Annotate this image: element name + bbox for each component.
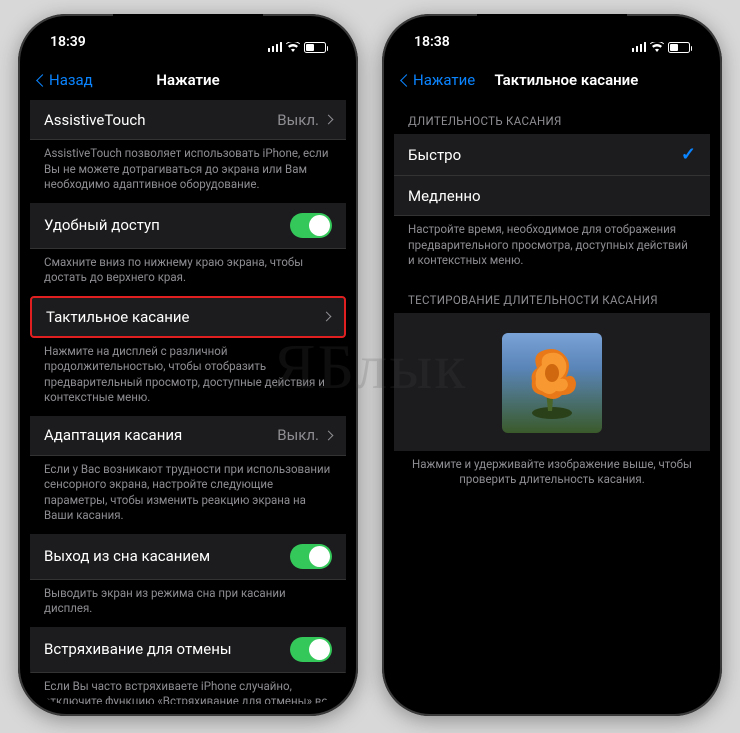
back-button[interactable]: Нажатие xyxy=(402,71,475,89)
back-button[interactable]: Назад xyxy=(38,71,93,89)
battery-icon xyxy=(668,42,690,53)
wifi-icon xyxy=(650,42,664,52)
cell-assistivetouch[interactable]: AssistiveTouch Выкл. xyxy=(30,100,346,140)
cell-touch-accommodations[interactable]: Адаптация касания Выкл. xyxy=(30,416,346,456)
cell-desc: Выводить экран из режима сна при касании… xyxy=(30,580,346,627)
cell-label: AssistiveTouch xyxy=(44,111,146,129)
chevron-back-icon xyxy=(400,74,413,87)
cell-value: Выкл. xyxy=(277,426,319,444)
test-area xyxy=(394,313,710,451)
cell-right: Выкл. xyxy=(277,111,332,129)
cell-label: Встряхивание для отмены xyxy=(44,640,232,658)
cell-tap-to-wake[interactable]: Выход из сна касанием xyxy=(30,534,346,580)
cell-right: Выкл. xyxy=(277,426,332,444)
phone-left: 18:39 Назад Нажатие AssistiveTouch Выкл. xyxy=(18,14,358,716)
cell-fast[interactable]: Быстро ✓ xyxy=(394,134,710,176)
back-label: Назад xyxy=(49,71,93,89)
cell-desc: Смахните вниз по нижнему краю экрана, чт… xyxy=(30,249,346,296)
checkmark-icon: ✓ xyxy=(681,144,696,165)
cell-label: Адаптация касания xyxy=(44,426,182,444)
nav-title: Тактильное касание xyxy=(494,71,638,89)
signal-icon xyxy=(268,42,283,52)
cell-label: Тактильное касание xyxy=(46,308,190,326)
test-desc: Нажмите и удерживайте изображение выше, … xyxy=(394,451,710,498)
cell-shake-to-undo[interactable]: Встряхивание для отмены xyxy=(30,627,346,673)
chevron-icon xyxy=(322,312,332,322)
cell-reachability[interactable]: Удобный доступ xyxy=(30,203,346,249)
chevron-icon xyxy=(324,430,334,440)
signal-icon xyxy=(632,42,647,52)
cell-desc: AssistiveTouch позволяет использовать iP… xyxy=(30,140,346,203)
section-header: ДЛИТЕЛЬНОСТЬ КАСАНИЯ xyxy=(394,100,710,134)
cell-label: Медленно xyxy=(408,187,481,205)
toggle-switch[interactable] xyxy=(290,544,332,569)
settings-list[interactable]: AssistiveTouch Выкл. AssistiveTouch позв… xyxy=(30,100,346,704)
toggle-switch[interactable] xyxy=(290,637,332,662)
cell-slow[interactable]: Медленно xyxy=(394,176,710,216)
screen-right: 18:38 Нажатие Тактильное касание ДЛИТЕЛЬ… xyxy=(394,26,710,704)
cell-label: Выход из сна касанием xyxy=(44,547,210,565)
cell-label: Удобный доступ xyxy=(44,216,160,234)
notch xyxy=(113,14,263,36)
settings-list[interactable]: ДЛИТЕЛЬНОСТЬ КАСАНИЯ Быстро ✓ Медленно Н… xyxy=(394,100,710,704)
status-time: 18:38 xyxy=(414,34,450,60)
status-time: 18:39 xyxy=(50,34,86,60)
toggle-switch[interactable] xyxy=(290,213,332,238)
cell-label: Быстро xyxy=(408,146,461,164)
phone-right: 18:38 Нажатие Тактильное касание ДЛИТЕЛЬ… xyxy=(382,14,722,716)
section-desc: Настройте время, необходимое для отображ… xyxy=(394,216,710,279)
flower-icon xyxy=(512,343,592,423)
wifi-icon xyxy=(286,42,300,52)
cell-desc: Если у Вас возникают трудности при испол… xyxy=(30,456,346,534)
battery-icon xyxy=(304,42,326,53)
chevron-icon xyxy=(324,115,334,125)
screen-left: 18:39 Назад Нажатие AssistiveTouch Выкл. xyxy=(30,26,346,704)
test-image[interactable] xyxy=(502,333,602,433)
cell-desc: Нажмите на дисплей с различной продолжит… xyxy=(30,338,346,416)
status-indicators xyxy=(268,34,327,60)
nav-bar: Нажатие Тактильное касание xyxy=(394,60,710,100)
back-label: Нажатие xyxy=(413,71,475,89)
notch xyxy=(477,14,627,36)
cell-desc: Если Вы часто встряхиваете iPhone случай… xyxy=(30,673,346,704)
cell-value: Выкл. xyxy=(277,111,319,129)
chevron-back-icon xyxy=(36,74,49,87)
cell-right xyxy=(323,313,330,320)
status-indicators xyxy=(632,34,691,60)
nav-bar: Назад Нажатие xyxy=(30,60,346,100)
nav-title: Нажатие xyxy=(156,71,219,89)
section-header: ТЕСТИРОВАНИЕ ДЛИТЕЛЬНОСТИ КАСАНИЯ xyxy=(394,279,710,313)
cell-haptic-touch[interactable]: Тактильное касание xyxy=(30,296,346,338)
